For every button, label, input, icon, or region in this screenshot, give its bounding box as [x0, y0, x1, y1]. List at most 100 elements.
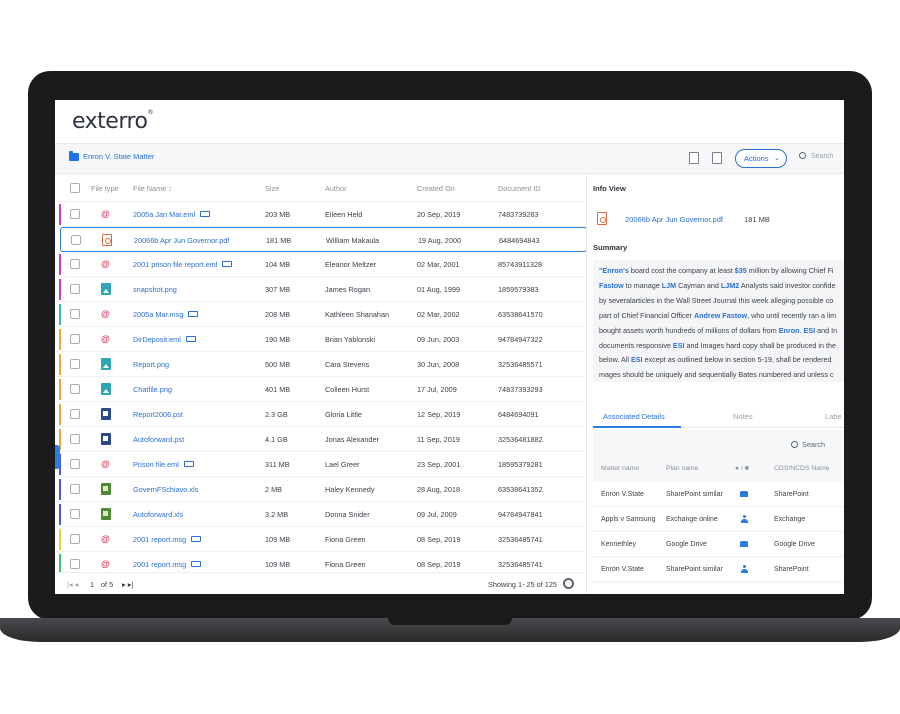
- person-icon: [741, 515, 748, 523]
- table-row[interactable]: Autoforward.pst 4.1 GB Jonas Alexander 11 S…: [55, 427, 584, 452]
- file-name-link[interactable]: Chatfile.png: [133, 385, 172, 394]
- file-name-link[interactable]: 2005a Mar.msg: [133, 310, 183, 319]
- col-document-id[interactable]: Document ID: [498, 184, 541, 193]
- row-checkbox[interactable]: [70, 509, 80, 519]
- col-author[interactable]: Author: [325, 184, 347, 193]
- table-row[interactable]: @2005a Mar.msg 208 MB Kathleen Shanahan 02 …: [55, 302, 584, 327]
- highlighted-term[interactable]: ESI: [673, 341, 685, 350]
- file-name-link[interactable]: Prison file.eml: [133, 460, 179, 469]
- tab-associated-details[interactable]: Associated Details: [603, 412, 665, 421]
- highlighted-term[interactable]: Enron: [779, 326, 800, 335]
- summary-line: bought assets worth hundreds of millions…: [599, 324, 839, 339]
- file-name-link[interactable]: 2005a Jan Mar.eml: [133, 210, 195, 219]
- file-name-link[interactable]: 2001 prison file report.eml: [133, 260, 217, 269]
- highlighted-term[interactable]: LJM2: [721, 281, 739, 290]
- highlighted-term[interactable]: $35: [735, 266, 747, 275]
- row-checkbox[interactable]: [70, 434, 80, 444]
- row-checkbox[interactable]: [70, 309, 80, 319]
- assoc-search-input[interactable]: Search: [791, 440, 825, 449]
- table-row[interactable]: @2005a Jan Mar.eml 203 MB Eileen Held 20 Se…: [55, 202, 584, 227]
- file-name-link[interactable]: Report2006.pst: [133, 410, 183, 419]
- copy-icon[interactable]: [689, 152, 699, 164]
- tab-notes[interactable]: Notes: [733, 412, 753, 421]
- file-name-link[interactable]: 2001 report.msg: [133, 535, 186, 544]
- row-checkbox[interactable]: [70, 384, 80, 394]
- file-name-link[interactable]: Report.png: [133, 360, 169, 369]
- highlighted-term[interactable]: ESI: [631, 355, 643, 364]
- row-checkbox[interactable]: [70, 334, 80, 344]
- col-file-name[interactable]: File Name ↕: [133, 184, 172, 193]
- file-size: 104 MB: [265, 260, 291, 269]
- summary-line: part of Chief Financial Officer Andrew F…: [599, 309, 839, 324]
- matter-breadcrumb[interactable]: Enron V. State Matter: [83, 152, 154, 161]
- file-name-link[interactable]: DirDeposit.eml: [133, 335, 181, 344]
- table-row[interactable]: 20066b Apr Jun Governor.pdf 181 MB William…: [60, 227, 587, 252]
- assoc-cds: SharePoint: [774, 566, 809, 573]
- assoc-row[interactable]: Appls v Samsung Exchange online Exchange: [593, 507, 844, 532]
- highlighted-term[interactable]: LJM: [662, 281, 676, 290]
- row-checkbox[interactable]: [70, 209, 80, 219]
- gear-icon[interactable]: [563, 578, 574, 589]
- tab-labels[interactable]: Labe: [825, 412, 842, 421]
- search-input[interactable]: Search: [799, 152, 833, 160]
- document-id: 32536485741: [498, 535, 543, 544]
- author: Kathleen Shanahan: [325, 310, 390, 319]
- table-header: File type File Name ↕ Size Author Create…: [55, 174, 584, 202]
- app-header: exterro®: [55, 100, 844, 144]
- file-name-link[interactable]: Autoforward.xls: [133, 510, 183, 519]
- pdf-icon: [102, 234, 112, 246]
- info-file-name[interactable]: 20066b Apr Jun Governor.pdf: [625, 215, 723, 224]
- row-checkbox[interactable]: [70, 409, 80, 419]
- row-checkbox[interactable]: [70, 559, 80, 569]
- file-size: 190 MB: [265, 335, 291, 344]
- assoc-row[interactable]: Kennethley Google Drive Google Drive: [593, 532, 844, 557]
- row-checkbox[interactable]: [71, 235, 81, 245]
- row-checkbox[interactable]: [70, 459, 80, 469]
- assoc-plan: Google Drive: [666, 541, 707, 548]
- table-row[interactable]: Chatfile.png 401 MB Colleen Hurst 17 Jul, 2…: [55, 377, 584, 402]
- select-all-checkbox[interactable]: [70, 183, 80, 193]
- highlighted-term[interactable]: "Enron's: [599, 266, 629, 275]
- assoc-row[interactable]: Enron V.State SharePoint similar SharePoin…: [593, 557, 844, 582]
- actions-button[interactable]: Actions ⌄: [735, 149, 787, 168]
- col-file-type[interactable]: File type: [91, 184, 119, 193]
- document-id: 32536485571: [498, 360, 543, 369]
- table-row[interactable]: snapshot.png 307 MB James Rogan 01 Aug, 199…: [55, 277, 584, 302]
- document-id: 6484694091: [498, 410, 539, 419]
- table-row[interactable]: @2001 prison file report.eml 104 MB Eleano…: [55, 252, 584, 277]
- col-size[interactable]: Size: [265, 184, 279, 193]
- table-row[interactable]: @2001 report.msg 109 MB Fiona Green 08 Sep,…: [55, 527, 584, 552]
- table-row[interactable]: GovernFSchiavo.xls 2 MB Haley Kennedy 28 Au…: [55, 477, 584, 502]
- side-panel-toggle[interactable]: [55, 445, 60, 469]
- row-checkbox[interactable]: [70, 284, 80, 294]
- highlighted-term[interactable]: ESI: [804, 326, 816, 335]
- created-on: 12 Sep, 2019: [417, 410, 461, 419]
- col-created-on[interactable]: Created On: [417, 184, 455, 193]
- author: Donna Snider: [325, 510, 370, 519]
- email-icon: @: [101, 259, 110, 269]
- document-id: 85743911328: [498, 260, 543, 269]
- table-row[interactable]: @ DirDeposit.eml 190 MB Brian Yablonski 09 J…: [55, 327, 584, 352]
- table-row[interactable]: Report2006.pst 2.3 GB Gloria Little 12 Sep,…: [55, 402, 584, 427]
- highlighted-term[interactable]: Fastow: [599, 281, 624, 290]
- export-icon[interactable]: [712, 152, 722, 164]
- summary-line: documents responsive ESI and Images hard…: [599, 339, 839, 354]
- row-checkbox[interactable]: [70, 359, 80, 369]
- file-name-link[interactable]: GovernFSchiavo.xls: [133, 485, 198, 494]
- highlighted-term[interactable]: Andrew Fastow: [694, 311, 747, 320]
- assoc-row[interactable]: Enron V.State SharePoint similar SharePoin…: [593, 482, 844, 507]
- row-checkbox[interactable]: [70, 484, 80, 494]
- next-page-icon[interactable]: ▸ ▸|: [122, 580, 133, 589]
- row-checkbox[interactable]: [70, 259, 80, 269]
- file-name-link[interactable]: snapshot.png: [133, 285, 177, 294]
- row-checkbox[interactable]: [70, 534, 80, 544]
- table-row[interactable]: Report.png 500 MB Cara Stevens 30 Jun, 2008…: [55, 352, 584, 377]
- file-name-link[interactable]: Autoforward.pst: [133, 435, 184, 444]
- table-row[interactable]: @ Prison file.eml 311 MB Lael Greer 23 Sep, …: [55, 452, 584, 477]
- file-name-link[interactable]: 20066b Apr Jun Governor.pdf: [134, 236, 229, 245]
- attachment-icon: [191, 536, 202, 542]
- first-page-icon[interactable]: |◂ ◂: [67, 580, 78, 589]
- table-row[interactable]: Autoforward.xls 3.2 MB Donna Snider 09 Jul,…: [55, 502, 584, 527]
- page-number[interactable]: 1: [90, 580, 94, 589]
- file-name-link[interactable]: 2001 report.msg: [133, 560, 186, 569]
